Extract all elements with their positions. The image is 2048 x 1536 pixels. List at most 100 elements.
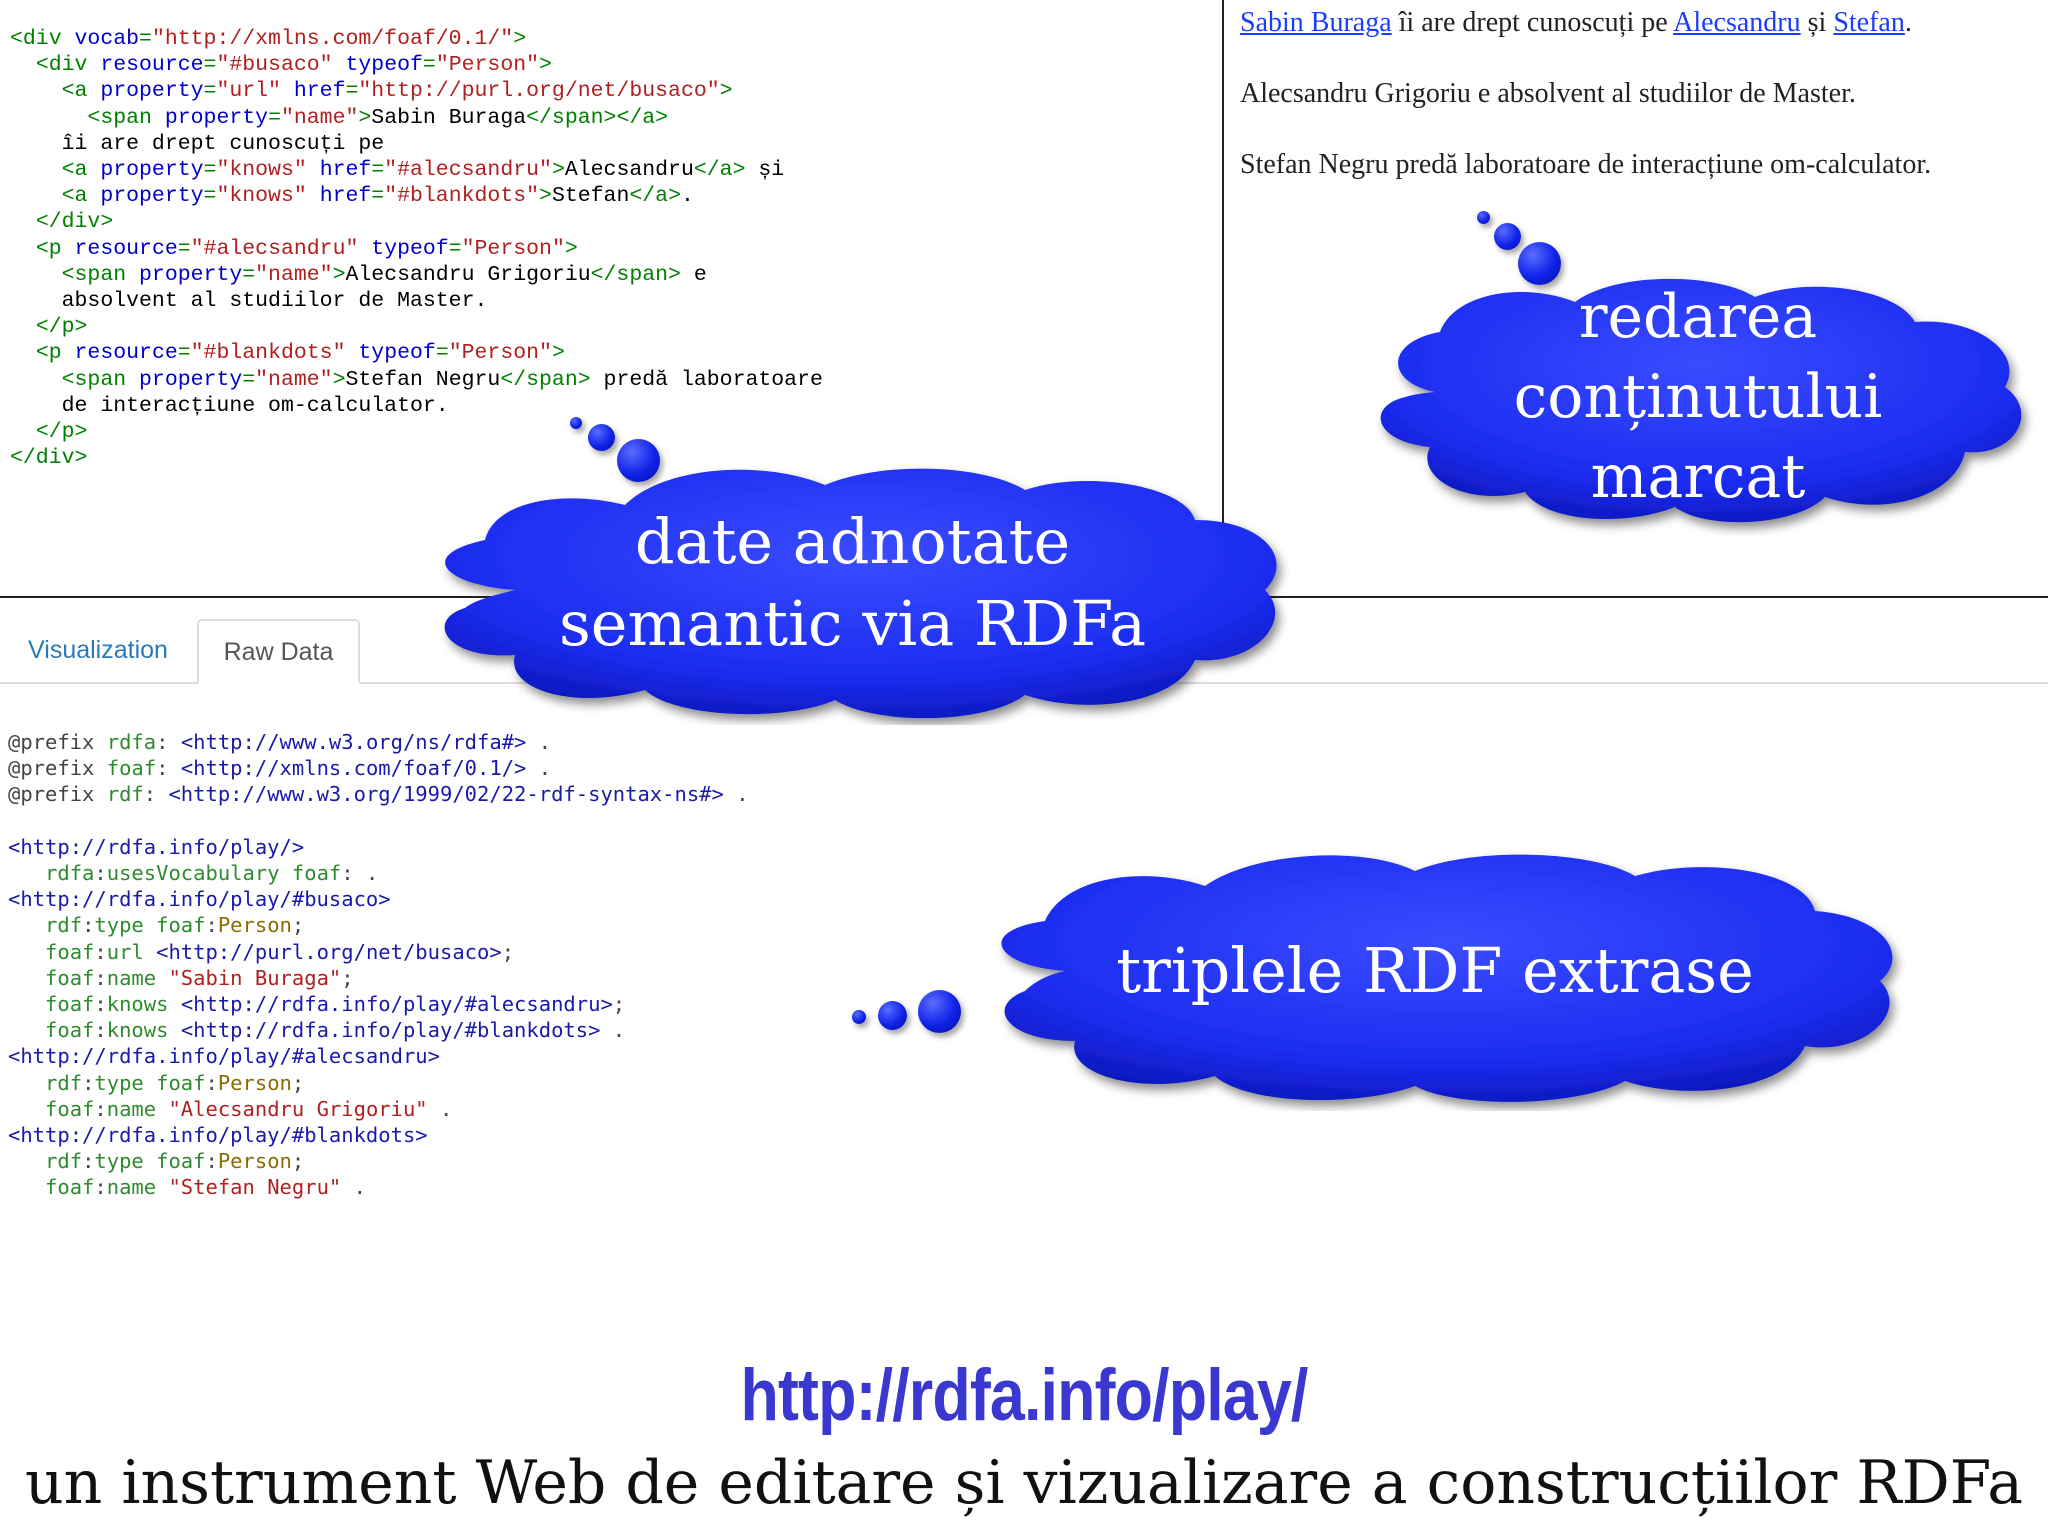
code-token: <a bbox=[61, 158, 101, 183]
tab-visualization[interactable]: Visualization bbox=[0, 619, 196, 682]
turtle-line: rdf:type foaf:Person; bbox=[8, 1148, 749, 1174]
code-token: . bbox=[680, 184, 694, 209]
code-token: rdfa bbox=[106, 730, 157, 754]
alecsandru-link[interactable]: Alecsandru bbox=[1673, 7, 1801, 38]
rdfa-html-source[interactable]: <div vocab="http://xmlns.com/foaf/0.1/">… bbox=[10, 26, 823, 471]
code-token: <http://www.w3.org/1999/02/22-rdf-syntax… bbox=[168, 782, 724, 807]
code-token: = bbox=[177, 341, 191, 366]
callout-cloud-rendering: redarea conținutului marcat bbox=[1355, 272, 2041, 537]
code-token: <http://rdfa.info/play/#busaco> bbox=[8, 887, 391, 912]
thought-bubble-dot bbox=[588, 424, 615, 451]
code-token: vocab bbox=[74, 27, 140, 51]
code-token: <http://purl.org/net/busaco> bbox=[156, 939, 502, 964]
code-token: > bbox=[719, 79, 733, 104]
code-token: = bbox=[203, 53, 217, 78]
code-token: <div bbox=[10, 27, 75, 51]
code-token: <http://rdfa.info/play/#blankdots> bbox=[8, 1123, 428, 1148]
code-token: @prefix bbox=[8, 730, 107, 754]
turtle-line: foaf:name "Stefan Negru" . bbox=[8, 1174, 749, 1200]
code-token: "name" bbox=[255, 367, 333, 392]
code-token: href bbox=[293, 79, 346, 104]
code-token: > bbox=[358, 105, 372, 130]
code-token: resource bbox=[74, 341, 178, 366]
code-token: : . bbox=[341, 861, 379, 886]
turtle-line: rdf:type foaf:Person; bbox=[8, 912, 749, 938]
code-token: foaf bbox=[156, 913, 206, 938]
code-token: . bbox=[427, 1096, 453, 1121]
turtle-line: @prefix rdfa: <http://www.w3.org/ns/rdfa… bbox=[8, 729, 749, 755]
code-token: </div> bbox=[35, 210, 114, 235]
code-token: ; bbox=[612, 992, 626, 1017]
code-token: "#alecsandru" bbox=[190, 236, 359, 261]
code-token: "#busaco" bbox=[216, 53, 333, 78]
code-token: "Person" bbox=[461, 236, 565, 261]
html-source-line: <p resource="#blankdots" typeof="Person"… bbox=[10, 340, 823, 366]
code-token: @prefix bbox=[8, 782, 107, 807]
code-token: "#alecsandru" bbox=[384, 158, 552, 183]
code-token: "#blankdots" bbox=[190, 341, 346, 366]
html-source-line: </p> bbox=[10, 419, 823, 445]
html-source-line: <p resource="#alecsandru" typeof="Person… bbox=[10, 236, 823, 262]
code-token: "Person" bbox=[448, 341, 552, 366]
code-token: </span> bbox=[500, 367, 591, 392]
turtle-line: <http://rdfa.info/play/#blankdots> bbox=[8, 1122, 749, 1148]
code-token: </a> bbox=[629, 184, 681, 209]
code-token: > bbox=[332, 262, 346, 287]
code-token: = bbox=[448, 236, 462, 261]
code-token: foaf bbox=[45, 1096, 95, 1121]
code-token: url bbox=[106, 939, 144, 964]
code-token: = bbox=[242, 262, 256, 287]
rendered-line-2: Alecsandru Grigoriu e absolvent al studi… bbox=[1240, 78, 1856, 109]
code-token: = bbox=[203, 184, 217, 209]
code-token: ; bbox=[291, 1149, 305, 1174]
code-token: usesVocabulary bbox=[106, 861, 280, 886]
code-token: </p> bbox=[35, 420, 88, 445]
code-token: și bbox=[745, 158, 785, 183]
code-token: absolvent al studiilor de Master. bbox=[10, 289, 488, 314]
code-token: > bbox=[513, 27, 527, 51]
code-token: <span bbox=[87, 105, 165, 130]
code-token: : bbox=[94, 965, 107, 990]
turtle-line bbox=[8, 808, 749, 834]
rendered-text: îi are drept cunoscuți pe bbox=[1391, 7, 1674, 38]
code-token: Stefan Negru bbox=[345, 367, 501, 392]
code-token: <p bbox=[35, 236, 75, 261]
code-token: property bbox=[100, 158, 204, 183]
code-token: foaf bbox=[45, 965, 95, 990]
html-source-line: <a property="url" href="http://purl.org/… bbox=[10, 78, 823, 104]
code-token: "knows" bbox=[216, 184, 307, 209]
tab-raw-data[interactable]: Raw Data bbox=[197, 619, 360, 684]
stefan-link[interactable]: Stefan bbox=[1833, 7, 1905, 38]
rdfa-play-link[interactable]: http://rdfa.info/play/ bbox=[143, 1354, 1904, 1437]
code-token: "#blankdots" bbox=[384, 184, 540, 209]
rdf-triples-output[interactable]: @prefix rdfa: <http://www.w3.org/ns/rdfa… bbox=[8, 729, 749, 1201]
code-token: Person bbox=[217, 1070, 292, 1095]
rendered-output-panel: Sabin Buraga îi are drept cunoscuți pe A… bbox=[1240, 6, 2040, 219]
code-token: typeof bbox=[358, 341, 436, 366]
turtle-line: <http://rdfa.info/play/#busaco> bbox=[8, 886, 749, 912]
code-token: property bbox=[164, 105, 269, 130]
thought-bubble-dot bbox=[570, 417, 582, 429]
callout-text: triplele RDF extrase bbox=[1116, 934, 1754, 1007]
callout-text: semantic via RDFa bbox=[558, 587, 1147, 660]
thought-bubble-dot bbox=[1494, 223, 1521, 250]
code-token: = bbox=[345, 79, 359, 104]
code-token: : bbox=[94, 1096, 107, 1121]
code-token: : bbox=[205, 1070, 218, 1095]
code-token: <http://rdfa.info/play/> bbox=[8, 834, 305, 859]
code-token: knows bbox=[106, 992, 169, 1017]
turtle-line: foaf:url <http://purl.org/net/busaco>; bbox=[8, 939, 749, 965]
sabin-buraga-link[interactable]: Sabin Buraga bbox=[1240, 7, 1392, 38]
